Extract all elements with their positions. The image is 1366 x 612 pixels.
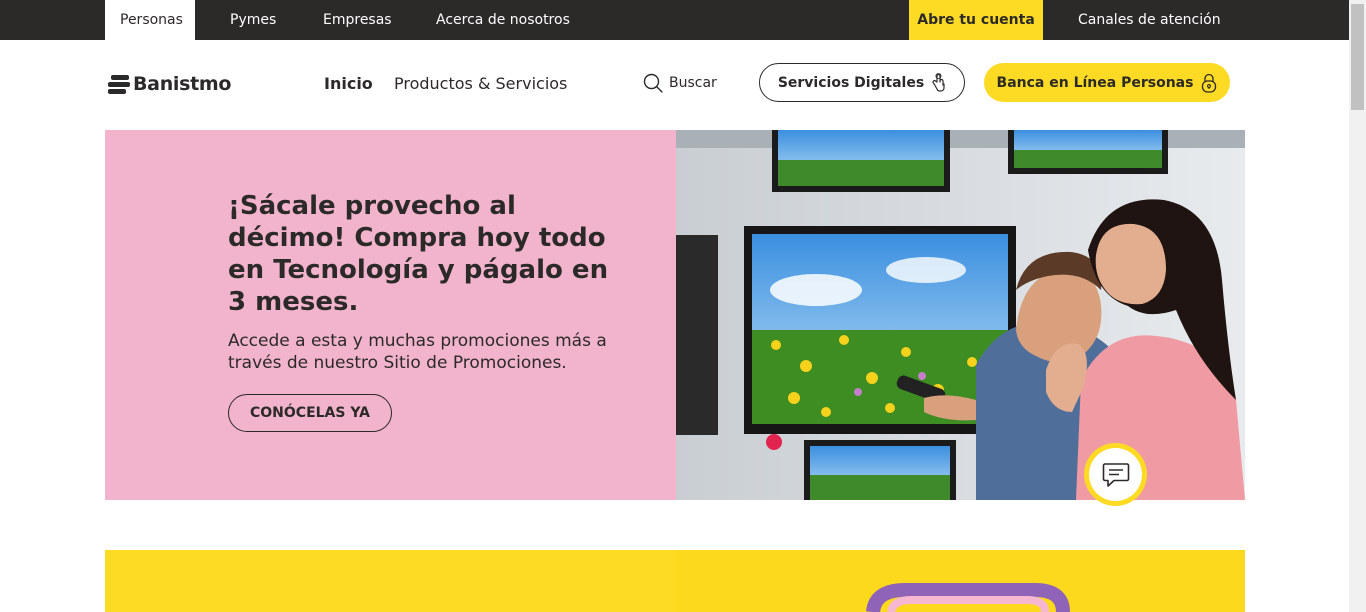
hero-image (676, 130, 1245, 500)
hero-photo-illustration (676, 130, 1245, 500)
page-scrollbar[interactable] (1349, 0, 1366, 612)
promo-illustration (675, 550, 1245, 612)
logo-text: Banistmo (133, 73, 232, 95)
search-label: Buscar (669, 75, 717, 91)
banistmo-logo[interactable]: Banistmo (108, 71, 231, 97)
chat-icon (1102, 462, 1129, 487)
top-utility-bar: Personas Pymes Empresas Acerca de nosotr… (0, 0, 1349, 40)
tab-personas[interactable]: Personas (105, 0, 195, 40)
online-banking-label: Banca en Línea Personas (996, 74, 1194, 91)
online-banking-button[interactable]: Banca en Línea Personas (984, 63, 1230, 102)
service-channels-link[interactable]: Canales de atención (1078, 0, 1221, 40)
hero-subtitle: Accede a esta y muchas promociones más a… (228, 331, 607, 373)
digital-services-label: Servicios Digitales (777, 74, 925, 91)
touch-icon (932, 72, 945, 92)
search-icon (643, 73, 663, 93)
tab-pymes[interactable]: Pymes (230, 0, 276, 40)
scrollbar-thumb[interactable] (1351, 4, 1364, 110)
nav-productos-servicios[interactable]: Productos & Servicios (394, 74, 567, 93)
lock-icon (1202, 73, 1217, 93)
chat-button[interactable] (1084, 443, 1147, 506)
open-account-button[interactable]: Abre tu cuenta (909, 0, 1043, 40)
tab-acerca-de-nosotros[interactable]: Acerca de nosotros (436, 0, 570, 40)
tab-empresas[interactable]: Empresas (323, 0, 392, 40)
secondary-promo-banner (105, 550, 1245, 612)
hero-cta-button[interactable]: CONÓCELAS YA (228, 394, 392, 432)
search-button[interactable]: Buscar (643, 72, 717, 94)
logo-icon (108, 73, 130, 95)
hero-title: ¡Sácale provecho al décimo! Compra hoy t… (228, 191, 609, 317)
digital-services-button[interactable]: Servicios Digitales (759, 63, 965, 102)
nav-inicio[interactable]: Inicio (324, 74, 373, 93)
